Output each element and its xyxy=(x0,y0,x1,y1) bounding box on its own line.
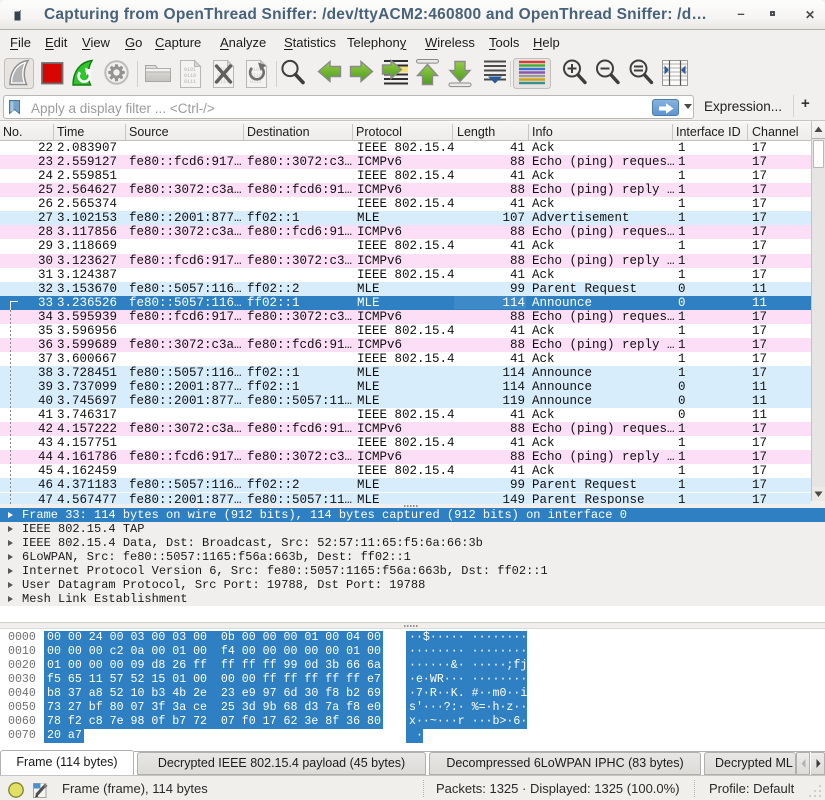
svg-text:0111: 0111 xyxy=(184,79,196,85)
